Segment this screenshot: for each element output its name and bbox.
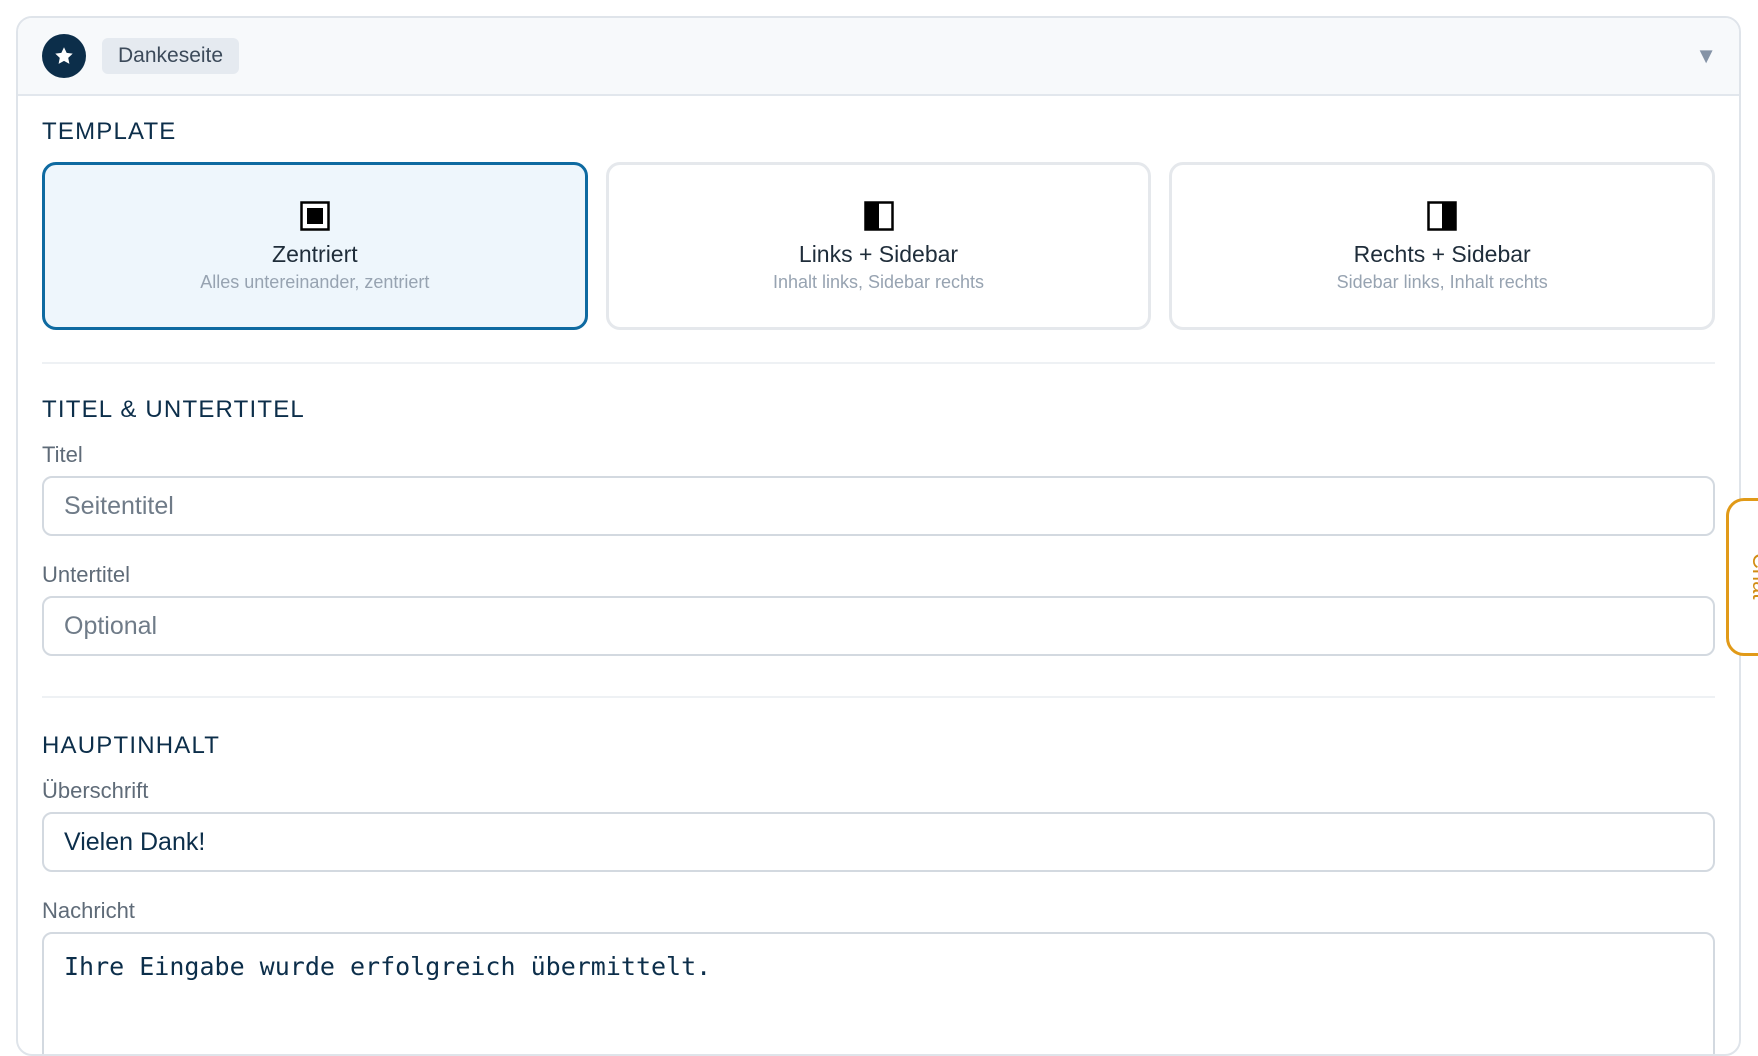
- template-options: Zentriert Alles untereinander, zentriert…: [42, 162, 1716, 330]
- heading-input-value: Vielen Dank!: [64, 827, 206, 856]
- template-option-title: Zentriert: [272, 241, 358, 267]
- section-divider: [42, 362, 1715, 364]
- chat-side-tab-label: Chat: [1748, 553, 1758, 600]
- subtitle-label: Untertitel: [42, 562, 131, 587]
- chat-side-tab[interactable]: Chat: [1726, 498, 1758, 656]
- template-option-left-sidebar[interactable]: Links + Sidebar Inhalt links, Sidebar re…: [605, 162, 1152, 330]
- section-divider: [42, 696, 1715, 698]
- subtitle-input[interactable]: Optional: [42, 596, 1715, 656]
- layout-left-sidebar-icon: [863, 201, 894, 231]
- star-icon: [42, 34, 86, 78]
- title-label: Titel: [42, 442, 83, 467]
- template-option-centered[interactable]: Zentriert Alles untereinander, zentriert: [42, 162, 588, 330]
- section-title-template: TEMPLATE: [42, 118, 177, 145]
- title-input[interactable]: Seitentitel: [42, 476, 1715, 536]
- page-type-badge: Dankeseite: [102, 38, 240, 74]
- layout-centered-icon: [300, 201, 330, 231]
- section-title-main-content: HAUPTINHALT: [42, 732, 221, 759]
- thank-you-page-panel: Dankeseite ▼ TEMPLATE Zentriert Alles un…: [16, 16, 1741, 1056]
- heading-label: Überschrift: [42, 778, 149, 803]
- template-option-subtitle: Inhalt links, Sidebar rechts: [772, 272, 985, 292]
- template-option-subtitle: Alles untereinander, zentriert: [200, 272, 430, 292]
- chevron-down-icon[interactable]: ▼: [1695, 43, 1717, 69]
- title-input-placeholder: Seitentitel: [64, 491, 174, 520]
- template-option-title: Rechts + Sidebar: [1353, 241, 1531, 267]
- layout-right-sidebar-icon: [1427, 201, 1457, 231]
- template-option-subtitle: Sidebar links, Inhalt rechts: [1336, 272, 1548, 292]
- message-textarea[interactable]: Ihre Eingabe wurde erfolgreich übermitte…: [42, 932, 1715, 1054]
- message-label: Nachricht: [42, 898, 135, 923]
- section-title-titles: TITEL & UNTERTITEL: [42, 396, 305, 423]
- subtitle-input-placeholder: Optional: [64, 611, 158, 640]
- template-option-title: Links + Sidebar: [798, 241, 959, 267]
- heading-input[interactable]: Vielen Dank!: [42, 812, 1715, 872]
- panel-header[interactable]: Dankeseite ▼: [18, 18, 1739, 96]
- template-option-right-sidebar[interactable]: Rechts + Sidebar Sidebar links, Inhalt r…: [1169, 162, 1716, 330]
